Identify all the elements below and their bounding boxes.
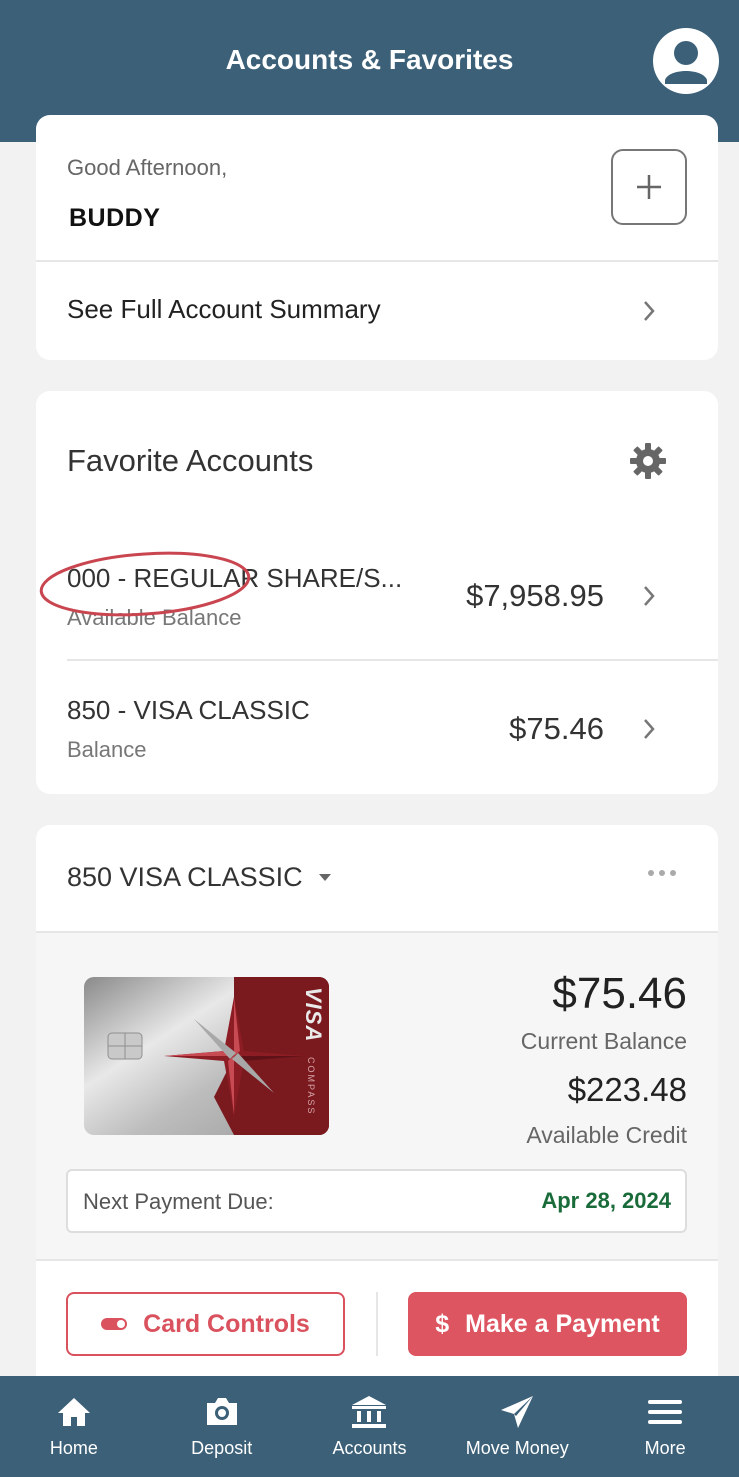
account-row[interactable]: 000 - REGULAR SHARE/S... Available Balan… — [36, 531, 718, 661]
account-name: 850 - VISA CLASSIC — [67, 695, 310, 725]
tab-move-money[interactable]: Move Money — [443, 1376, 591, 1477]
chevron-right-icon — [644, 301, 655, 321]
send-icon — [501, 1396, 534, 1428]
bottom-tab-bar: Home Deposit Accounts Move Money More — [0, 1376, 739, 1477]
account-selector-label: 850 VISA CLASSIC — [67, 862, 303, 892]
current-balance-label: Current Balance — [520, 1028, 687, 1054]
available-credit-value: $223.48 — [567, 1071, 687, 1108]
menu-icon — [648, 1400, 683, 1424]
card-details: VISA COMPASS $75.46 Current Balance $223… — [36, 931, 718, 1261]
current-balance-value: $75.46 — [552, 969, 687, 1018]
toggle-icon — [101, 1318, 128, 1330]
card-brand-label: VISA — [301, 987, 326, 1043]
next-payment-label: Next Payment Due: — [83, 1189, 274, 1214]
camera-icon — [206, 1398, 237, 1425]
make-payment-label: Make a Payment — [465, 1309, 660, 1338]
credit-card-widget: 850 VISA CLASSIC VISA COMPASS $75.46 Cur… — [36, 825, 718, 1425]
card-issuer-label: COMPASS — [306, 1057, 316, 1116]
page-title: Accounts & Favorites — [225, 44, 514, 75]
chevron-right-icon — [644, 586, 655, 606]
divider — [376, 1292, 378, 1356]
summary-link-label: See Full Account Summary — [67, 294, 381, 324]
next-payment-box: Next Payment Due: Apr 28, 2024 — [66, 1169, 687, 1233]
available-credit-label: Available Credit — [526, 1122, 687, 1148]
make-payment-button[interactable]: $ Make a Payment — [408, 1292, 687, 1356]
favorites-title: Favorite Accounts — [67, 443, 314, 478]
tab-label: More — [644, 1438, 686, 1458]
tab-label: Move Money — [465, 1438, 569, 1458]
tab-label: Deposit — [191, 1438, 253, 1458]
credit-card-image: VISA COMPASS — [84, 977, 329, 1135]
more-options-icon[interactable] — [648, 870, 676, 876]
highlight-circle-annotation — [39, 551, 251, 617]
next-payment-date: Apr 28, 2024 — [541, 1188, 671, 1213]
dollar-icon: $ — [435, 1309, 450, 1338]
home-icon — [57, 1398, 90, 1426]
greeting-card: Good Afternoon, BUDDY See Full Account S… — [36, 115, 718, 360]
account-balance-label: Balance — [67, 737, 147, 762]
account-row[interactable]: 850 - VISA CLASSIC Balance $75.46 — [36, 661, 718, 791]
card-controls-button[interactable]: Card Controls — [66, 1292, 345, 1356]
bank-icon — [352, 1396, 387, 1428]
plus-icon — [637, 175, 661, 199]
card-controls-label: Card Controls — [143, 1309, 310, 1338]
greeting-salutation: Good Afternoon, — [67, 155, 228, 180]
tab-accounts[interactable]: Accounts — [296, 1376, 444, 1477]
tab-home[interactable]: Home — [0, 1376, 148, 1477]
tab-label: Home — [49, 1438, 98, 1458]
user-name: BUDDY — [69, 204, 161, 232]
chevron-right-icon — [644, 719, 655, 739]
tab-more[interactable]: More — [591, 1376, 739, 1477]
account-amount: $75.46 — [509, 711, 604, 746]
account-selector[interactable]: 850 VISA CLASSIC — [67, 862, 331, 893]
account-amount: $7,958.95 — [466, 578, 604, 613]
favorite-accounts-card: Favorite Accounts 000 - REGULAR SHARE/S.… — [36, 391, 718, 794]
tab-label: Accounts — [332, 1438, 407, 1458]
full-account-summary-link[interactable]: See Full Account Summary — [36, 262, 718, 360]
user-avatar-icon[interactable] — [653, 28, 719, 94]
gear-icon[interactable] — [628, 441, 668, 481]
caret-down-icon — [318, 874, 331, 881]
tab-deposit[interactable]: Deposit — [148, 1376, 296, 1477]
add-account-button[interactable] — [611, 149, 687, 225]
